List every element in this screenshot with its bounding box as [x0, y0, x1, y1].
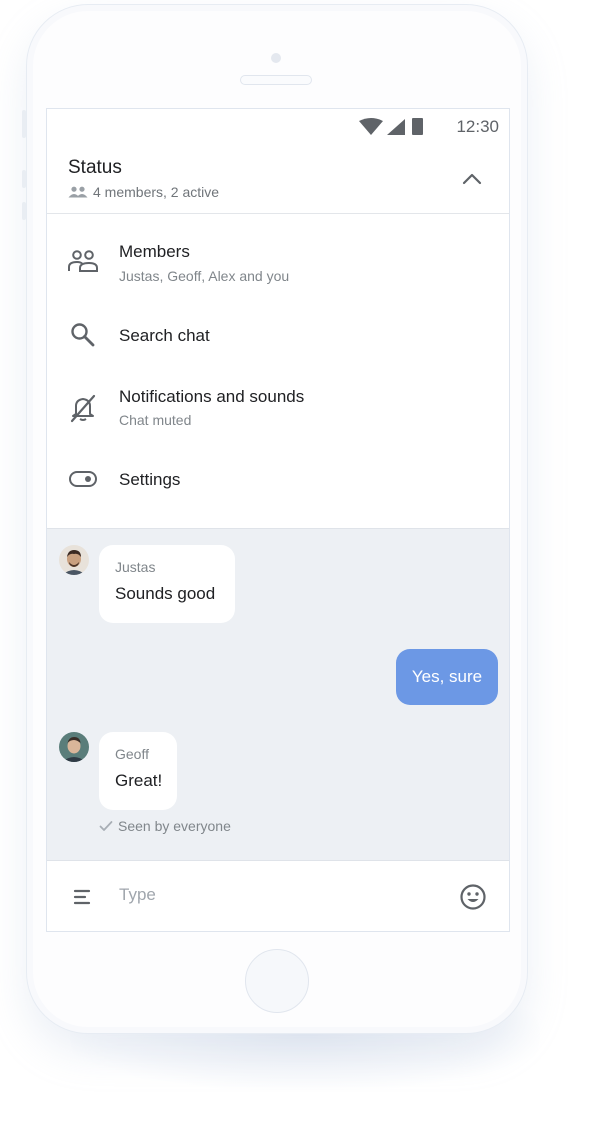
emoji-icon[interactable]	[459, 883, 487, 911]
checkmark-icon	[99, 821, 113, 831]
message-text: Great!	[115, 771, 163, 790]
avatar-justas[interactable]	[59, 545, 89, 575]
menu-sub-notifications: Chat muted	[119, 412, 192, 428]
chat-header: Status 4 members, 2 active	[47, 149, 509, 214]
message-bubble-outgoing[interactable]: Yes, sure	[396, 649, 498, 705]
search-icon	[71, 323, 95, 347]
toggle-icon	[69, 471, 97, 487]
message-bubble-justas[interactable]: Justas Sounds good	[99, 545, 235, 623]
format-text-icon[interactable]	[71, 885, 95, 909]
phone-volume-up	[22, 170, 26, 188]
avatar-geoff[interactable]	[59, 732, 89, 762]
chevron-up-icon[interactable]	[457, 164, 487, 194]
phone-mute-switch	[22, 110, 26, 138]
page-title: Status	[68, 157, 122, 178]
menu-label-members: Members	[119, 242, 190, 261]
seen-status: Seen by everyone	[99, 818, 231, 834]
members-icon	[68, 250, 98, 272]
seen-status-text: Seen by everyone	[118, 818, 231, 834]
status-bar: 12:30	[47, 109, 509, 143]
signal-icons	[359, 118, 423, 135]
chat-area[interactable]: Justas Sounds good Yes, sure Geoff Great…	[47, 528, 509, 861]
menu-label-search: Search chat	[119, 326, 210, 345]
members-summary-text: 4 members, 2 active	[93, 184, 220, 200]
wifi-icon	[359, 118, 383, 135]
bell-muted-icon	[70, 394, 96, 423]
message-bubble-geoff[interactable]: Geoff Great!	[99, 732, 177, 810]
phone-screen: 12:30 Status 4 members, 2 active Members…	[46, 108, 510, 932]
message-text: Sounds good	[115, 584, 216, 603]
phone-speaker	[240, 75, 312, 85]
menu-item-notifications[interactable]: Notifications and sounds Chat muted	[47, 377, 509, 437]
message-sender: Justas	[115, 559, 156, 575]
avatar-geoff-image	[59, 732, 89, 762]
status-time: 12:30	[456, 117, 499, 136]
battery-icon	[412, 118, 423, 135]
menu-label-settings: Settings	[119, 470, 181, 489]
menu-sub-members: Justas, Geoff, Alex and you	[119, 268, 290, 284]
phone-camera	[271, 53, 281, 63]
message-input[interactable]	[119, 885, 419, 905]
message-composer	[47, 860, 509, 931]
menu-item-settings[interactable]: Settings	[47, 449, 509, 509]
cell-signal-icon	[387, 119, 405, 135]
avatar-justas-image	[59, 545, 89, 575]
menu-item-members[interactable]: Members Justas, Geoff, Alex and you	[47, 233, 509, 293]
people-icon	[68, 186, 88, 198]
message-sender: Geoff	[115, 746, 149, 762]
members-summary: 4 members, 2 active	[68, 184, 219, 200]
phone-home-button[interactable]	[245, 949, 309, 1013]
menu-label-notifications: Notifications and sounds	[119, 387, 305, 406]
menu-item-search-chat[interactable]: Search chat	[47, 306, 509, 366]
phone-volume-down	[22, 202, 26, 220]
